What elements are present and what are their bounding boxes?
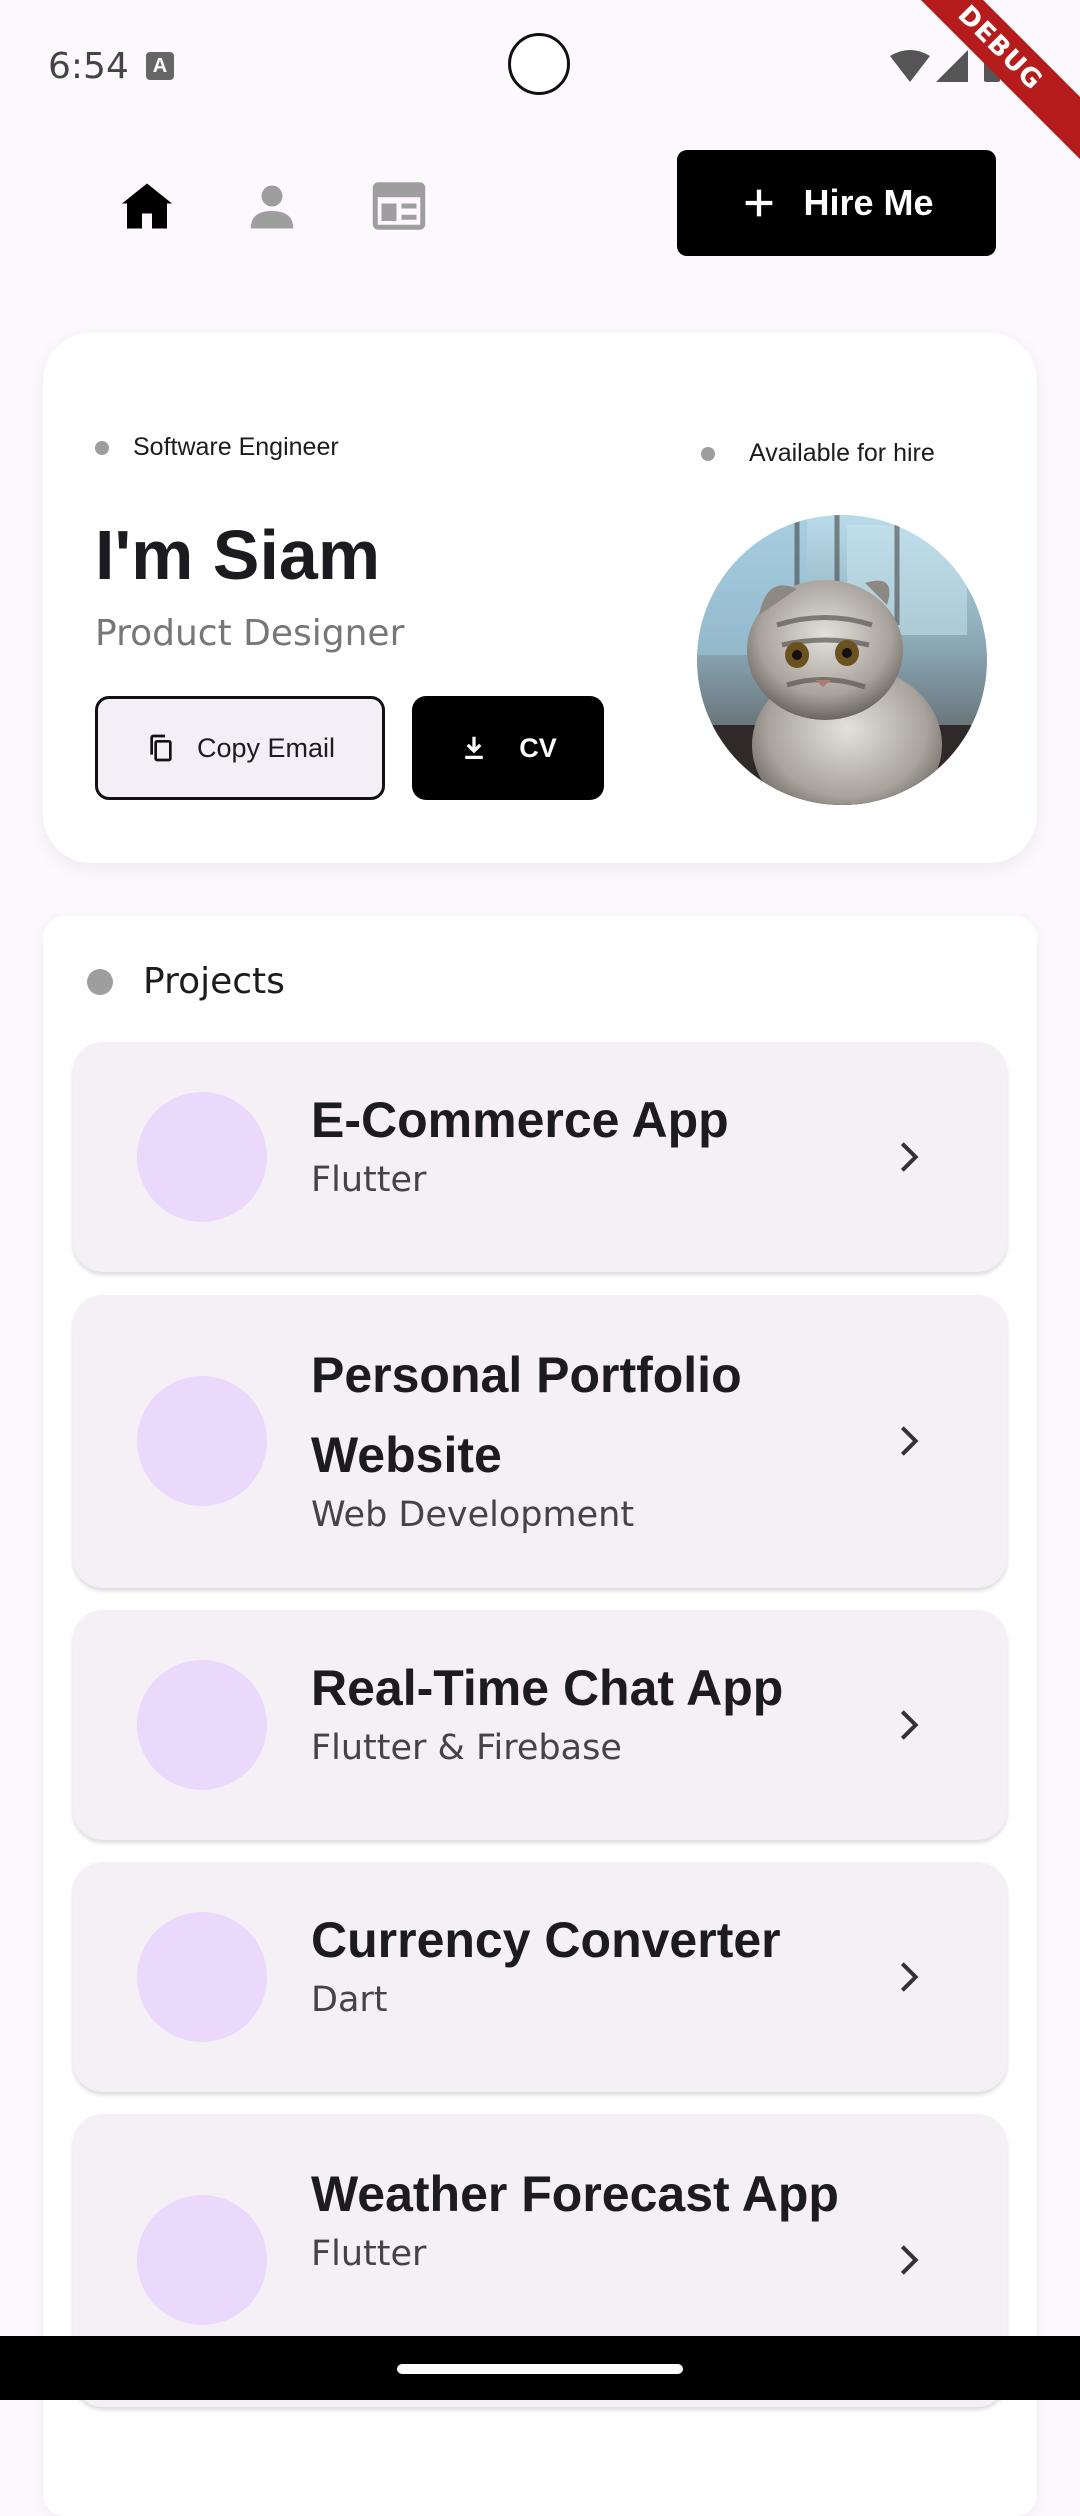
project-title: E-Commerce App [311, 1092, 729, 1148]
copy-icon [150, 734, 172, 762]
project-thumbnail [137, 1912, 267, 2042]
download-cv-button[interactable]: CV [412, 696, 604, 800]
role-label: Software Engineer [133, 433, 339, 461]
project-thumbnail [137, 2195, 267, 2325]
chevron-right-icon [900, 1426, 919, 1456]
signal-icon [936, 50, 968, 82]
plus-icon [746, 189, 773, 217]
project-item-currency-converter[interactable]: Currency Converter Dart [73, 1862, 1007, 2092]
profile-subtitle: Product Designer [95, 613, 405, 654]
cv-label: CV [519, 732, 557, 763]
project-subtitle: Dart [311, 1980, 388, 2020]
project-title: Weather Forecast App [311, 2166, 839, 2222]
availability-tag: Available for hire [701, 439, 935, 468]
project-title: Currency Converter [311, 1912, 781, 1968]
chevron-right-icon [900, 1142, 919, 1172]
project-title: Real-Time Chat App [311, 1660, 784, 1716]
hire-me-label: Hire Me [803, 182, 934, 223]
wifi-icon [890, 50, 930, 82]
top-navigation: Hire Me [0, 150, 1080, 260]
system-navigation-bar [0, 2336, 1080, 2400]
download-icon [465, 736, 483, 759]
keyboard-indicator-icon: A [146, 52, 174, 80]
availability-label: Available for hire [749, 439, 935, 467]
project-thumbnail [137, 1660, 267, 1790]
projects-heading: Projects [143, 961, 285, 1002]
hire-me-button[interactable]: Hire Me [677, 150, 996, 256]
profile-card: Software Engineer Available for hire I'm… [43, 333, 1037, 863]
availability-dot [701, 446, 715, 461]
project-thumbnail [137, 1376, 267, 1506]
project-subtitle: Flutter [311, 1160, 427, 1200]
article-icon[interactable] [369, 176, 429, 236]
profile-name: I'm Siam [95, 516, 381, 594]
home-indicator[interactable] [397, 2364, 683, 2374]
copy-email-label: Copy Email [196, 732, 336, 763]
chevron-right-icon [900, 1710, 919, 1740]
chevron-right-icon [900, 1962, 919, 1992]
projects-section: Projects E-Commerce App Flutter Personal… [43, 916, 1037, 2516]
project-subtitle: Flutter [311, 2234, 427, 2274]
project-item-real-time-chat-app[interactable]: Real-Time Chat App Flutter & Firebase [73, 1610, 1007, 1840]
role-dot [95, 440, 109, 455]
project-item-personal-portfolio-website[interactable]: Personal Portfolio Website Web Developme… [73, 1295, 1007, 1588]
avatar [697, 515, 987, 805]
person-icon[interactable] [242, 176, 302, 236]
status-bar: 6:54 A DEBUG [0, 0, 1080, 170]
project-subtitle: Flutter & Firebase [311, 1728, 622, 1768]
status-time: 6:54 [48, 46, 129, 87]
camera-cutout [508, 33, 570, 95]
chevron-right-icon [900, 2245, 919, 2275]
avatar-cat-photo [697, 515, 987, 805]
project-thumbnail [137, 1092, 267, 1222]
projects-header: Projects [87, 961, 285, 1002]
project-item-e-commerce-app[interactable]: E-Commerce App Flutter [73, 1042, 1007, 1272]
projects-dot [87, 968, 113, 995]
copy-email-button[interactable]: Copy Email [95, 696, 385, 800]
home-icon[interactable] [117, 176, 177, 236]
project-subtitle: Web Development [311, 1495, 635, 1535]
project-title: Personal Portfolio Website [311, 1347, 742, 1483]
role-tag: Software Engineer [95, 433, 339, 462]
